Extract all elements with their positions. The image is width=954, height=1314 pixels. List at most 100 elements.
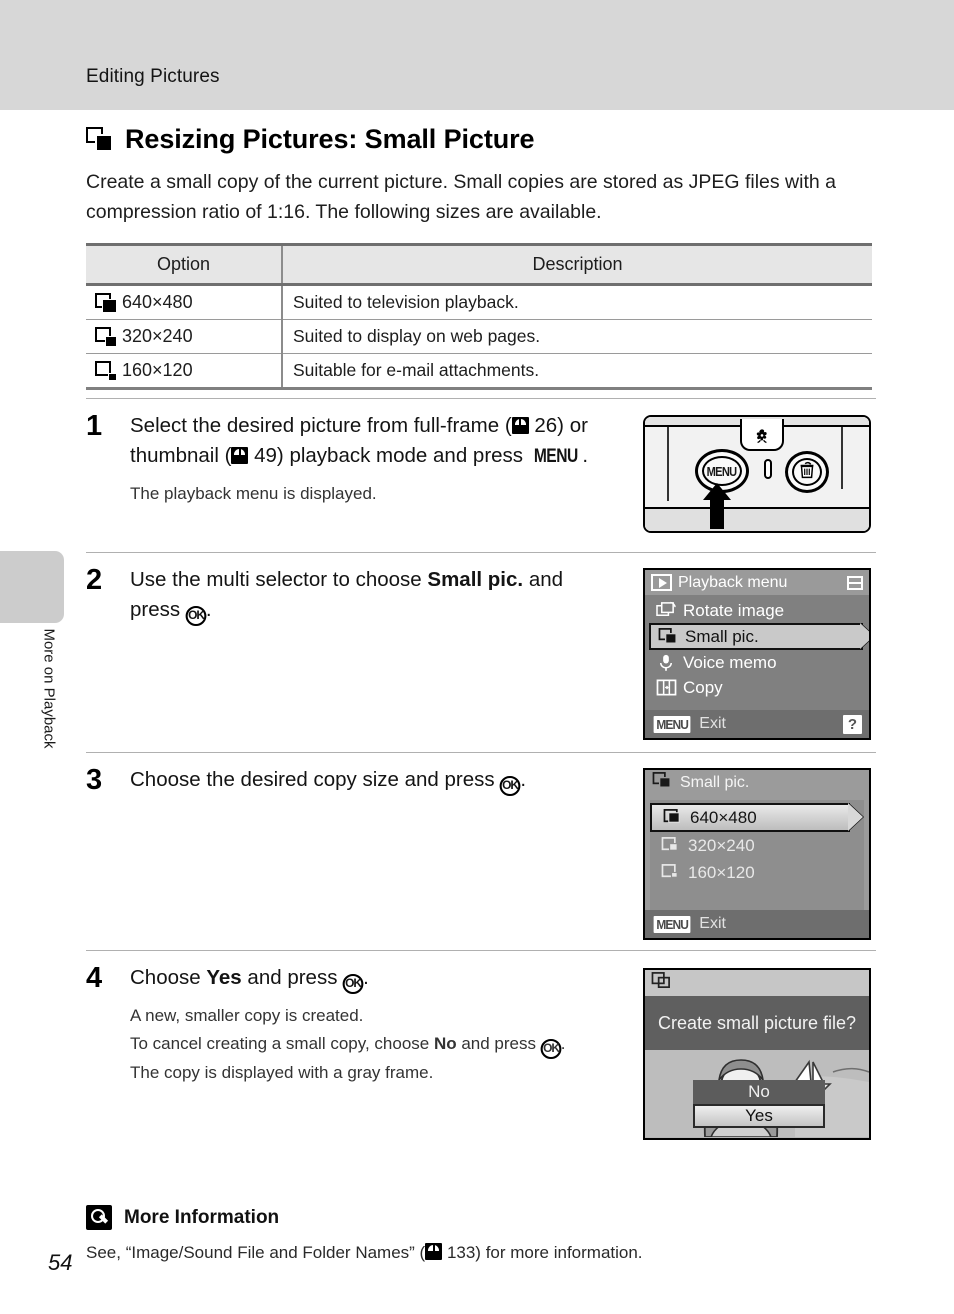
selection-caret-icon xyxy=(860,623,869,649)
small-picture-640-icon xyxy=(660,808,686,827)
step-4-note-3: The copy is displayed with a gray frame. xyxy=(130,1063,434,1082)
small-pic-bottom-bar: MENU Exit xyxy=(645,910,869,938)
size-option-320x240[interactable]: 320×240 xyxy=(650,832,864,859)
menu-tab-icon xyxy=(847,575,863,590)
step-3-instruction: Choose the desired copy size and press O… xyxy=(130,765,650,796)
table-row: 640×480 Suited to television playback. xyxy=(86,284,872,320)
table-header-description: Description xyxy=(282,243,872,286)
playback-menu-titlebar: Playback menu xyxy=(645,570,869,595)
small-picture-320-icon xyxy=(658,836,684,855)
step-2-number: 2 xyxy=(86,564,103,596)
menu-button-glyph: MENU xyxy=(533,446,578,467)
step-1-number: 1 xyxy=(86,410,103,442)
menu-item-label: Voice memo xyxy=(683,652,777,672)
more-information-text-before: See, “Image/Sound File and Folder Names”… xyxy=(86,1243,426,1262)
intro-paragraph: Create a small copy of the current pictu… xyxy=(86,171,836,223)
trash-can-icon xyxy=(796,459,818,486)
step-4-text-part-2: and press xyxy=(241,966,344,989)
size-option-640x480[interactable]: 640×480 xyxy=(650,803,863,832)
playback-menu-title: Playback menu xyxy=(678,573,788,591)
step-4-text-part-3: . xyxy=(363,966,369,989)
reference-book-icon xyxy=(425,1243,443,1260)
page-title-text: Resizing Pictures: Small Picture xyxy=(125,124,535,154)
menu-item-copy[interactable]: Copy xyxy=(645,675,869,700)
more-information-heading: More Information xyxy=(86,1205,279,1230)
size-options-table: Option Description 640×480 Suited to tel… xyxy=(86,243,872,390)
step-3-number: 3 xyxy=(86,764,103,796)
page-title: Resizing Pictures: Small Picture xyxy=(86,124,535,155)
confirm-message: Create small picture file? xyxy=(645,996,869,1050)
playback-menu-screen: Playback menu Rotate image Small pic. Vo… xyxy=(643,568,871,740)
confirm-titlebar xyxy=(645,970,869,996)
reference-book-icon xyxy=(231,447,249,464)
step-2-text-part-3: . xyxy=(205,598,212,621)
table-cell-option: 160×120 xyxy=(122,360,193,380)
menu-item-label: Copy xyxy=(683,677,723,697)
indicator-lamp xyxy=(764,459,772,479)
step-1-text-part-1: Select the desired picture from full-fra… xyxy=(130,414,512,437)
menu-item-small-pic[interactable]: Small pic. xyxy=(649,623,869,650)
chapter-tab-label: More on Playback xyxy=(40,628,58,749)
step-2-text-part-1: Use the multi selector to choose xyxy=(130,568,428,591)
size-option-label: 160×120 xyxy=(688,862,755,882)
table-cell-description: Suited to television playback. xyxy=(282,284,872,320)
step-4-note-1: A new, smaller copy is created. xyxy=(130,1006,364,1025)
selection-caret-icon xyxy=(848,803,863,831)
confirm-no-button[interactable]: No xyxy=(693,1080,825,1104)
playback-icon xyxy=(651,574,672,591)
small-picture-icon xyxy=(86,127,113,152)
step-2-bold-term: Small pic. xyxy=(427,568,524,591)
step-1-text-part-4: and press xyxy=(433,444,529,467)
step-4-notes: A new, smaller copy is created. To cance… xyxy=(130,1002,630,1087)
table-header-option: Option xyxy=(86,243,283,286)
more-information-title: More Information xyxy=(124,1206,280,1228)
more-information-text-after: 133) for more information. xyxy=(442,1243,643,1262)
more-information-text: See, “Image/Sound File and Folder Names”… xyxy=(86,1243,643,1263)
menu-key-badge: MENU xyxy=(653,915,691,933)
step-1-instruction: Select the desired picture from full-fra… xyxy=(130,411,605,472)
create-small-picture-confirm-screen: Create small picture file? No Yes xyxy=(643,968,871,1140)
step-1-text-part-5: . xyxy=(582,444,589,467)
small-picture-640-icon xyxy=(95,292,117,313)
running-header-title: Editing Pictures xyxy=(86,66,220,87)
step-4-note-2-part-3: . xyxy=(560,1034,566,1053)
table-row: 160×120 Suitable for e-mail attachments. xyxy=(86,353,872,390)
step-4-text-part-1: Choose xyxy=(130,966,207,989)
camera-back-illustration: MENU xyxy=(643,415,871,533)
playback-menu-bottom-bar: MENU Exit ? xyxy=(645,710,869,738)
small-picture-icon xyxy=(655,627,681,646)
confirm-yes-button[interactable]: Yes xyxy=(693,1104,825,1128)
step-4-note-2-bold: No xyxy=(433,1034,457,1053)
step-1-note: The playback menu is displayed. xyxy=(130,484,377,503)
small-pic-titlebar: Small pic. xyxy=(645,770,869,796)
page-number: 54 xyxy=(48,1250,73,1275)
step-4-bold-term: Yes xyxy=(206,966,242,989)
small-pic-size-screen: Small pic. 640×480 320×240 160×120 MENU … xyxy=(643,768,871,940)
up-arrow-icon xyxy=(703,483,731,529)
step-3-text-part-2: . xyxy=(520,768,527,791)
step-4-number: 4 xyxy=(86,962,103,994)
menu-item-label: Small pic. xyxy=(685,626,759,646)
copy-icon xyxy=(653,678,679,697)
delete-button[interactable] xyxy=(785,451,829,493)
step-4-note-2-part-2: and press xyxy=(456,1034,541,1053)
table-row: 320×240 Suited to display on web pages. xyxy=(86,319,872,354)
menu-button-label: MENU xyxy=(707,463,737,479)
size-option-160x120[interactable]: 160×120 xyxy=(650,859,864,886)
table-cell-description: Suited to display on web pages. xyxy=(282,319,872,354)
exit-label: Exit xyxy=(699,915,726,932)
size-option-label: 640×480 xyxy=(690,807,757,827)
menu-item-rotate-image[interactable]: Rotate image xyxy=(645,598,869,623)
menu-item-voice-memo[interactable]: Voice memo xyxy=(645,650,869,675)
ok-button-icon: OK xyxy=(499,776,521,796)
small-picture-160-icon xyxy=(95,360,117,381)
help-icon[interactable]: ? xyxy=(843,714,862,734)
size-option-label: 320×240 xyxy=(688,835,755,855)
preview-photo: No Yes xyxy=(645,1050,869,1137)
table-cell-description: Suitable for e-mail attachments. xyxy=(282,353,872,390)
ok-button-icon: OK xyxy=(540,1039,562,1059)
ok-button-icon: OK xyxy=(342,974,364,994)
macro-flower-icon xyxy=(740,419,784,451)
step-4-note-2-part-1: To cancel creating a small copy, choose xyxy=(130,1034,434,1053)
ok-button-icon: OK xyxy=(185,606,207,626)
